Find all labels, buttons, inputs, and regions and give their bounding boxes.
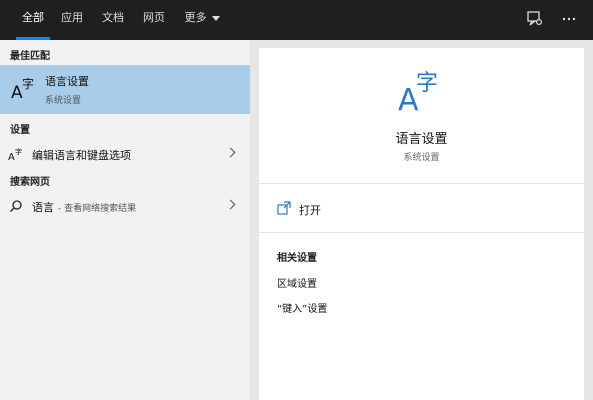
preview-subtitle: 系统设置 [403,153,440,163]
svg-text:字: 字 [22,76,34,91]
related-setting-typing[interactable]: “键入”设置 [277,300,327,315]
settings-item-label: 编辑语言和键盘选项 [32,149,131,162]
open-label: 打开 [299,204,321,217]
svg-text:字: 字 [15,147,22,156]
svg-text:A: A [8,152,15,161]
settings-header: 设置 [10,125,30,136]
svg-text:字: 字 [416,71,438,96]
related-setting-region[interactable]: 区域设置 [277,275,317,290]
language-icon: A 字 [398,71,438,114]
language-icon: A 字 [8,147,22,161]
related-settings-header: 相关设置 [277,253,317,264]
open-icon [277,201,291,215]
tab-apps[interactable]: 应用 [56,0,88,40]
chevron-right-icon [225,147,236,158]
tab-all[interactable]: 全部 [10,0,56,40]
best-match-header: 最佳匹配 [10,51,50,62]
preview-title: 语言设置 [395,132,448,147]
more-options-icon[interactable] [560,10,578,28]
search-icon [10,200,22,212]
best-match-subtitle: 系统设置 [45,96,82,106]
top-bar: 全部 应用 文档 网页 更多 [0,0,593,40]
settings-item-edit-language[interactable]: A 字 编辑语言和键盘选项 [0,141,250,167]
web-search-item[interactable]: 语言 - 查看网络搜索结果 [0,193,250,219]
feedback-icon[interactable] [526,10,544,28]
chevron-right-icon [225,199,236,210]
web-search-query: 语言 [32,201,54,214]
divider [259,232,584,233]
preview-card: A 字 语言设置 系统设置 打开 相关设置 区域设置 “键入”设置 [259,48,584,400]
best-match-item[interactable]: A 字 语言设置 系统设置 [0,65,250,114]
chevron-down-icon [211,15,220,21]
language-icon: A 字 [11,76,34,101]
tab-documents[interactable]: 文档 [94,0,132,40]
best-match-title: 语言设置 [45,75,89,88]
search-window: 全部 应用 文档 网页 更多 最佳匹配 A 字 语言设置 系统设置 设置 A 字… [0,0,593,400]
divider [259,183,584,184]
tab-more-label: 更多 [184,11,207,24]
web-search-header: 搜索网页 [10,177,50,188]
open-action[interactable]: 打开 [259,196,584,222]
web-search-hint: - 查看网络搜索结果 [58,204,137,214]
tab-more[interactable]: 更多 [178,0,226,40]
tab-web[interactable]: 网页 [138,0,170,40]
results-pane: 最佳匹配 A 字 语言设置 系统设置 设置 A 字 编辑语言和键盘选项 搜索网页 [0,40,250,400]
